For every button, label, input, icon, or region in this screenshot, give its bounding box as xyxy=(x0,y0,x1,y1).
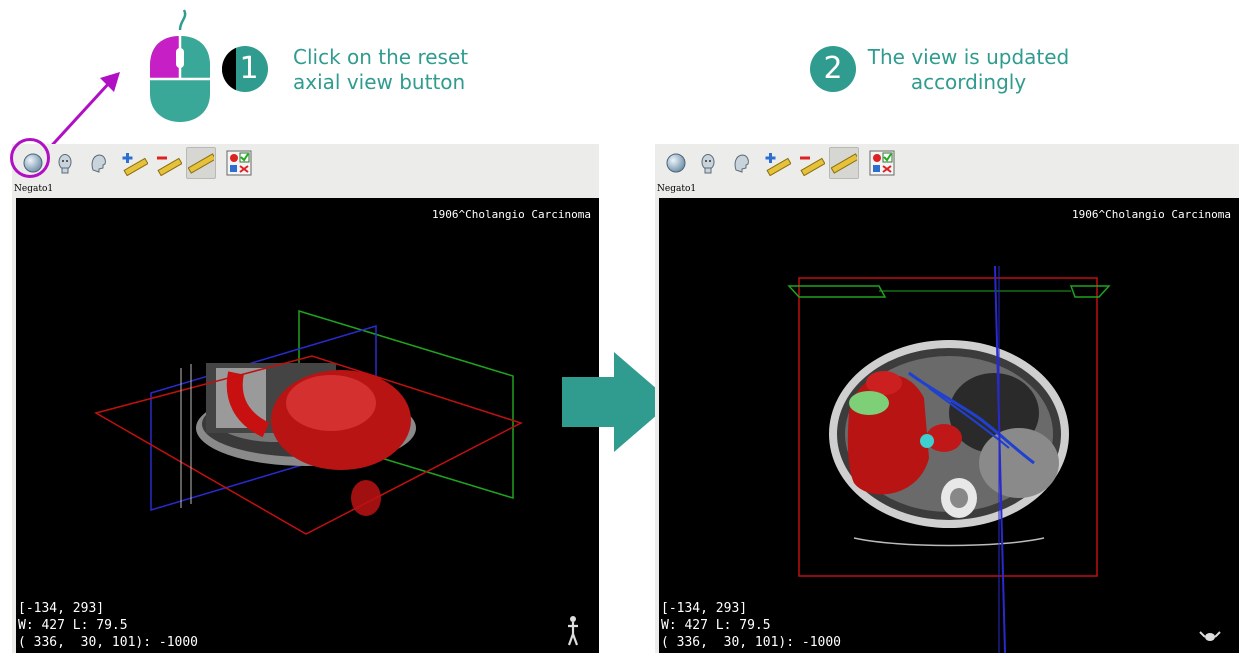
ruler-icon xyxy=(188,153,214,174)
human-orientation-icon xyxy=(1199,631,1221,641)
landmarks-button[interactable] xyxy=(226,150,252,176)
left-viewer-panel: Negato1 1906^Cholangio Carcinoma [-134, … xyxy=(12,144,599,653)
landmarks-icon xyxy=(869,150,895,176)
reset-sagittal-view-button[interactable] xyxy=(85,150,111,176)
reset-frontal-view-button[interactable] xyxy=(52,150,78,176)
coords-text: [-134, 293] xyxy=(661,601,748,616)
left-3d-view[interactable]: 1906^Cholangio Carcinoma [-134, 293] W: 4… xyxy=(16,198,599,653)
right-3d-view[interactable]: 1906^Cholangio Carcinoma [-134, 293] W: … xyxy=(659,198,1239,653)
oblique-scene xyxy=(94,309,523,535)
voxel-text: ( 336, 30, 101): -1000 xyxy=(661,635,842,650)
landmarks-button[interactable] xyxy=(869,150,895,176)
window-level-text: W: 427 L: 79.5 xyxy=(661,618,771,633)
highlight-circle xyxy=(10,138,50,178)
add-distance-button[interactable] xyxy=(765,150,791,176)
step-2-number: 2 xyxy=(823,51,843,86)
distance-visibility-button[interactable] xyxy=(829,147,859,179)
reset-axial-view-button[interactable] xyxy=(663,150,689,176)
landmarks-icon xyxy=(226,150,252,176)
step-1-badge: 1 xyxy=(222,46,268,92)
info-overlay: [-134, 293] W: 427 L: 79.5 ( 336, 30, 101)… xyxy=(661,600,841,651)
ruler-icon xyxy=(831,153,857,174)
right-viewer-panel: Negato1 1906^Cholangio Carcinoma [-134, … xyxy=(655,144,1239,653)
remove-distance-button[interactable] xyxy=(156,150,182,176)
head-side-icon xyxy=(91,154,106,173)
head-front-icon xyxy=(58,154,72,174)
voxel-text: ( 336, 30, 101): -1000 xyxy=(18,635,199,650)
reset-frontal-view-button[interactable] xyxy=(695,150,721,176)
right-toolbar xyxy=(655,144,1239,184)
mouse-icon xyxy=(150,9,210,122)
sphere-icon xyxy=(666,153,686,173)
add-distance-button[interactable] xyxy=(122,150,148,176)
add-ruler-icon xyxy=(765,153,791,176)
info-overlay: [-134, 293] W: 427 L: 79.5 ( 336, 30, 101)… xyxy=(18,600,198,651)
reset-sagittal-view-button[interactable] xyxy=(728,150,754,176)
view-label: Negato1 xyxy=(657,184,697,194)
step-2-badge: 2 xyxy=(810,46,856,92)
human-orientation-icon xyxy=(567,616,579,646)
step-1-text: Click on the reset axial view button xyxy=(293,45,469,94)
coords-text: [-134, 293] xyxy=(18,601,105,616)
head-side-icon xyxy=(734,154,749,173)
step-1-number: 1 xyxy=(239,51,259,86)
axial-scene xyxy=(787,265,1111,653)
remove-distance-button[interactable] xyxy=(799,150,825,176)
remove-ruler-icon xyxy=(800,156,825,176)
head-front-icon xyxy=(701,154,715,174)
left-toolbar xyxy=(12,144,599,184)
view-label: Negato1 xyxy=(14,184,54,194)
distance-visibility-button[interactable] xyxy=(186,147,216,179)
add-ruler-icon xyxy=(122,153,148,176)
window-level-text: W: 427 L: 79.5 xyxy=(18,618,128,633)
remove-ruler-icon xyxy=(157,156,182,176)
step-2-text: The view is updated accordingly xyxy=(867,45,1070,94)
